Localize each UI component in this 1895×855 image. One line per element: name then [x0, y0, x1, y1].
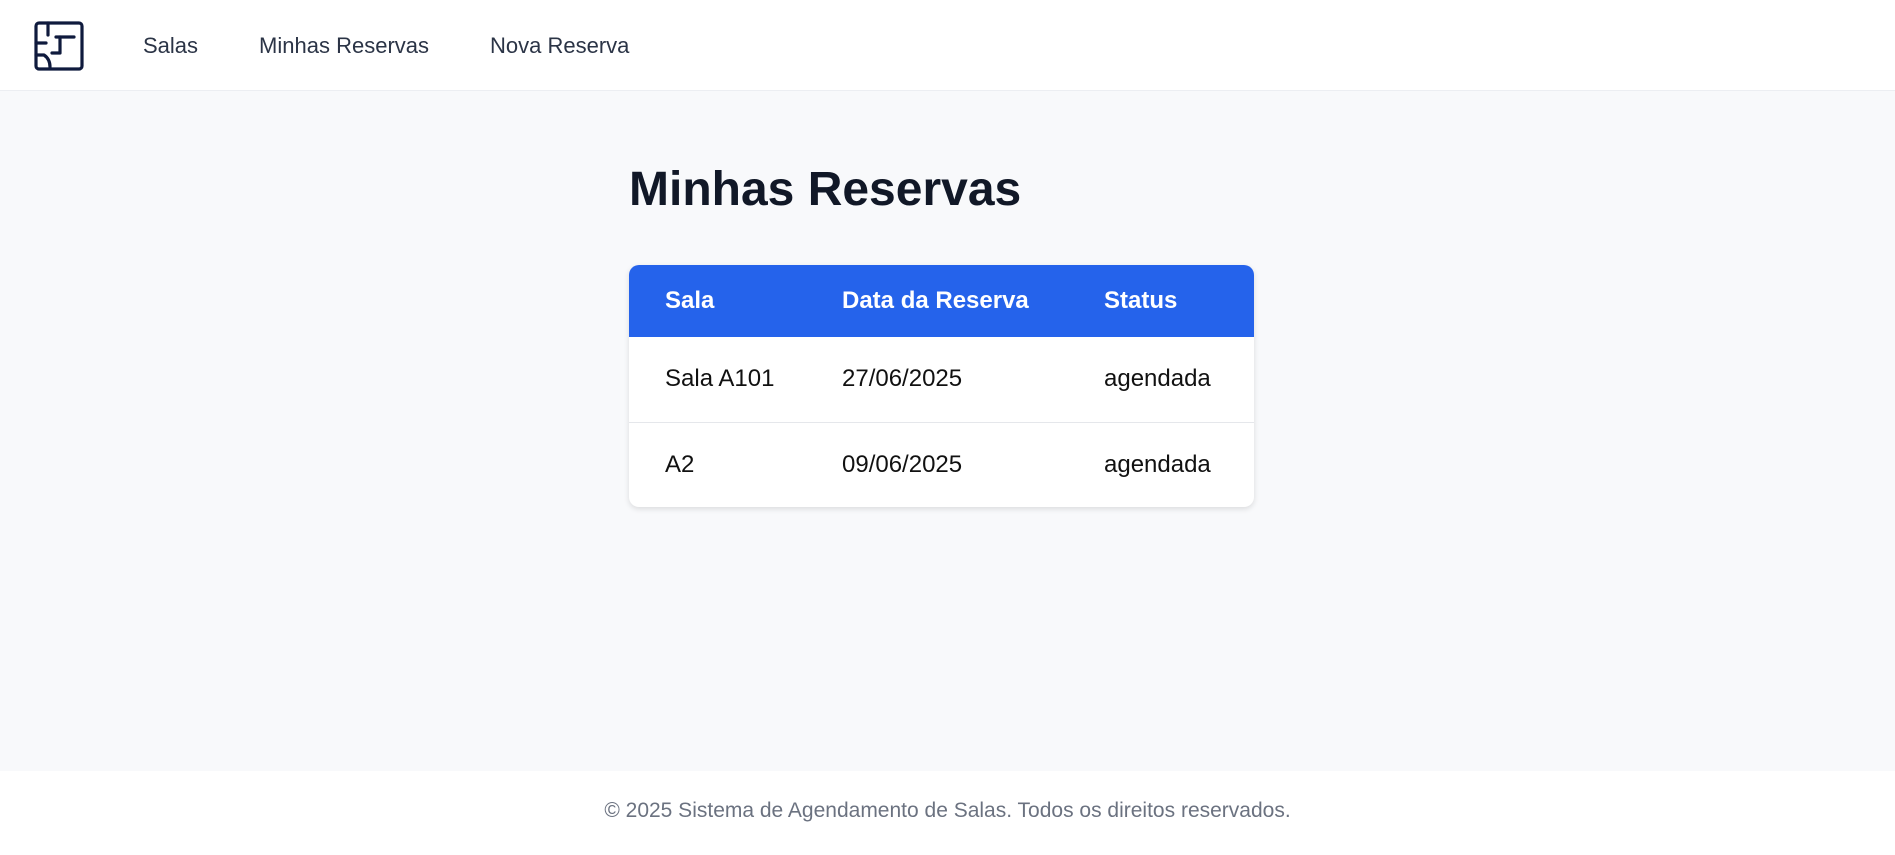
cell-status: agendada — [1068, 421, 1254, 507]
cell-data: 27/06/2025 — [842, 365, 963, 393]
reservations-table: Sala Data da Reserva Status Sala A101 27… — [629, 265, 1254, 507]
nav-link-salas[interactable]: Salas — [143, 33, 198, 59]
column-header-sala: Sala — [665, 287, 715, 314]
main-nav: Salas Minhas Reservas Nova Reserva — [143, 0, 690, 91]
table-row: Sala A101 27/06/2025 agendada — [629, 337, 1254, 422]
column-header-status: Status — [1104, 287, 1178, 314]
floor-plan-icon[interactable] — [34, 21, 84, 71]
page-footer: © 2025 Sistema de Agendamento de Salas. … — [0, 771, 1895, 855]
main-content: Minhas Reservas Sala Data da Reserva Sta… — [629, 162, 1254, 507]
reservations-table-card: Sala Data da Reserva Status Sala A101 27… — [629, 265, 1254, 507]
table-header-row: Sala Data da Reserva Status — [629, 265, 1254, 337]
top-navbar: Salas Minhas Reservas Nova Reserva — [0, 0, 1895, 91]
page-title: Minhas Reservas — [629, 163, 1022, 216]
table-row: A2 09/06/2025 agendada — [629, 421, 1254, 507]
cell-status: agendada — [1104, 365, 1211, 393]
cell-data: 09/06/2025 — [806, 421, 1068, 507]
nav-link-nova-reserva[interactable]: Nova Reserva — [490, 33, 629, 59]
nav-link-minhas-reservas[interactable]: Minhas Reservas — [259, 33, 429, 59]
column-header-data: Data da Reserva — [842, 287, 1029, 314]
cell-sala: Sala A101 — [665, 365, 775, 393]
footer-copyright: © 2025 Sistema de Agendamento de Salas. … — [604, 799, 1291, 822]
cell-sala: A2 — [629, 421, 806, 507]
